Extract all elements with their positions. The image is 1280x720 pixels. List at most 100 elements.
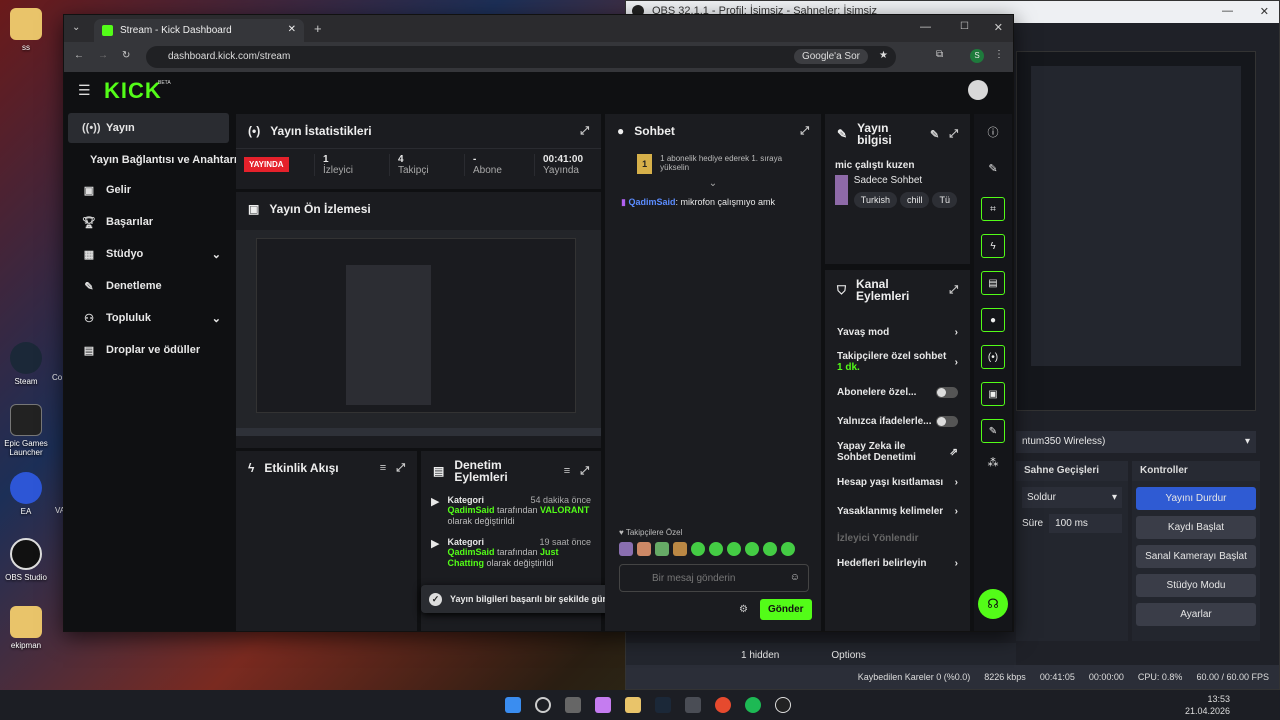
desktop-steam-icon[interactable]: Steam bbox=[0, 342, 52, 386]
minimize-icon[interactable]: — bbox=[1222, 5, 1233, 17]
tab-search-icon[interactable]: ⌄ bbox=[72, 22, 80, 33]
forward-icon[interactable]: → bbox=[98, 50, 108, 61]
ai-moderation-row[interactable]: Yapay Zeka ile Sohbet Denetimi ⇗ bbox=[825, 436, 970, 468]
sidebar-item-denetleme[interactable]: ✎ Denetleme bbox=[68, 271, 229, 301]
sidebar-item-stream-key[interactable]: Yayın Bağlantısı ve Anahtarı bbox=[68, 145, 237, 175]
sidebar-item-studyo[interactable]: ▦ Stüdyo ⌄ bbox=[68, 239, 229, 269]
obs-preview[interactable] bbox=[1016, 51, 1256, 411]
copilot-icon[interactable] bbox=[595, 697, 611, 713]
more-icon[interactable]: ⁂ bbox=[974, 456, 1012, 469]
clock[interactable]: 13:53 21.04.2026 bbox=[1185, 693, 1230, 717]
close-icon[interactable]: ✕ bbox=[994, 21, 1003, 34]
sidebar-item-droplar[interactable]: ▤ Droplar ve ödüller bbox=[68, 335, 229, 365]
emote-icon[interactable] bbox=[727, 542, 741, 556]
hidden-count[interactable]: 1 hidden bbox=[741, 650, 779, 661]
chat-collapse-icon[interactable]: ⌄ bbox=[605, 178, 821, 189]
spotify-icon[interactable] bbox=[745, 697, 761, 713]
log-icon[interactable]: ▤ bbox=[981, 271, 1005, 295]
emote-only-row[interactable]: Yalnızca ifadelerle... bbox=[825, 407, 970, 436]
desktop-ea-icon[interactable]: EA bbox=[0, 472, 52, 516]
desktop-folder-icon[interactable]: ss bbox=[0, 8, 52, 52]
emote-icon[interactable] bbox=[691, 542, 705, 556]
tab-close-icon[interactable]: ✕ bbox=[288, 24, 296, 35]
sidebar-item-basarilar[interactable]: 🏆︎ Başarılar bbox=[68, 207, 229, 237]
emote-icon[interactable] bbox=[655, 542, 669, 556]
send-button[interactable]: Gönder bbox=[760, 599, 812, 620]
item-user[interactable]: QadimSaid bbox=[447, 547, 494, 557]
pencil-icon[interactable]: ✎ bbox=[974, 140, 1012, 175]
wrench-icon[interactable]: ✎ bbox=[981, 419, 1005, 443]
extensions-icon[interactable]: ⧉ bbox=[936, 49, 943, 60]
sidebar-item-topluluk[interactable]: ⚇ Topluluk ⌄ bbox=[68, 303, 229, 333]
emoji-icon[interactable]: ☺ bbox=[790, 572, 800, 583]
search-icon[interactable] bbox=[535, 697, 551, 713]
profile-avatar[interactable]: S bbox=[970, 49, 984, 63]
app-icon[interactable] bbox=[685, 697, 701, 713]
settings-button[interactable]: Ayarlar bbox=[1136, 603, 1256, 626]
chat-input[interactable]: Bir mesaj gönderin ☺ bbox=[619, 564, 809, 592]
expand-icon[interactable]: ⤢ bbox=[396, 462, 405, 475]
start-recording-button[interactable]: Kaydı Başlat bbox=[1136, 516, 1256, 539]
filter-icon[interactable]: ≡ bbox=[564, 465, 570, 477]
studio-mode-button[interactable]: Stüdyo Modu bbox=[1136, 574, 1256, 597]
account-age-row[interactable]: Hesap yaşı kısıtlaması › bbox=[825, 468, 970, 497]
emote-icon[interactable] bbox=[781, 542, 795, 556]
explorer-icon[interactable] bbox=[625, 697, 641, 713]
browser-tab[interactable]: Stream - Kick Dashboard ✕ bbox=[94, 19, 304, 42]
task-view-icon[interactable] bbox=[565, 697, 581, 713]
banned-words-row[interactable]: Yasaklanmış kelimeler › bbox=[825, 497, 970, 526]
sidebar-item-gelir[interactable]: ▣ Gelir bbox=[68, 175, 229, 205]
filter-icon[interactable]: ≡ bbox=[380, 462, 386, 474]
info-icon[interactable]: ⓘ bbox=[974, 114, 1012, 140]
start-icon[interactable] bbox=[505, 697, 521, 713]
obs-device-select[interactable]: ntum350 Wireless) ▾ bbox=[1016, 431, 1256, 453]
hamburger-icon[interactable]: ☰ bbox=[78, 82, 91, 99]
virtual-camera-button[interactable]: Sanal Kamerayı Başlat bbox=[1136, 545, 1256, 568]
stop-stream-button[interactable]: Yayını Durdur bbox=[1136, 487, 1256, 510]
close-icon[interactable]: ✕ bbox=[1260, 5, 1269, 18]
item-user[interactable]: QadimSaid bbox=[447, 505, 494, 515]
user-avatar[interactable] bbox=[968, 80, 988, 100]
emote-icon[interactable] bbox=[637, 542, 651, 556]
obs-icon[interactable] bbox=[775, 697, 791, 713]
kick-logo[interactable]: KICK bbox=[104, 78, 162, 104]
sidebar-item-yayin[interactable]: ((•)) Yayın bbox=[68, 113, 229, 143]
emote-icon[interactable] bbox=[619, 542, 633, 556]
expand-icon[interactable]: ⤢ bbox=[949, 284, 958, 297]
slow-mode-row[interactable]: Yavaş mod › bbox=[825, 318, 970, 346]
subs-only-row[interactable]: Abonelere özel... bbox=[825, 378, 970, 407]
bolt-icon[interactable]: ϟ bbox=[981, 234, 1005, 258]
emote-icon[interactable] bbox=[673, 542, 687, 556]
expand-icon[interactable]: ⤢ bbox=[580, 125, 589, 138]
desktop-epic-icon[interactable]: Epic Games Launcher bbox=[0, 404, 52, 457]
goals-row[interactable]: Hedefleri belirleyin › bbox=[825, 551, 970, 576]
emote-icon[interactable] bbox=[745, 542, 759, 556]
transition-select[interactable]: Soldur ▾ bbox=[1022, 487, 1122, 508]
support-icon[interactable]: ☊ bbox=[978, 589, 1008, 619]
options-dropdown[interactable]: Options bbox=[831, 650, 865, 661]
expand-icon[interactable]: ⤢ bbox=[580, 465, 589, 478]
bookmark-star-icon[interactable]: ★ bbox=[879, 50, 888, 61]
menu-icon[interactable]: ⋮ bbox=[994, 49, 1004, 60]
back-icon[interactable]: ← bbox=[74, 50, 84, 61]
emote-icon[interactable] bbox=[763, 542, 777, 556]
duration-input[interactable]: 100 ms bbox=[1049, 514, 1122, 533]
subs-only-toggle[interactable] bbox=[936, 387, 958, 398]
desktop-obs-icon[interactable]: OBS Studio bbox=[0, 538, 52, 582]
broadcast-icon[interactable]: (•) bbox=[981, 345, 1005, 369]
emote-only-toggle[interactable] bbox=[936, 416, 958, 427]
clip-icon[interactable]: ⌗ bbox=[981, 197, 1005, 221]
expand-icon[interactable]: ⤢ bbox=[949, 128, 958, 141]
preview-icon[interactable]: ▣ bbox=[981, 382, 1005, 406]
stream-preview-video[interactable] bbox=[236, 230, 601, 436]
reload-icon[interactable]: ↻ bbox=[122, 50, 130, 61]
followers-only-row[interactable]: Takipçilere özel sohbet 1 dk. › bbox=[825, 346, 970, 378]
google-ask-button[interactable]: Google'a Sor bbox=[793, 49, 868, 64]
emote-icon[interactable] bbox=[709, 542, 723, 556]
minimize-icon[interactable]: — bbox=[920, 21, 931, 33]
new-tab-icon[interactable]: + bbox=[314, 21, 322, 36]
chrome-icon[interactable] bbox=[715, 697, 731, 713]
chat-settings-icon[interactable]: ⚙ bbox=[739, 604, 748, 615]
expand-icon[interactable]: ⤢ bbox=[800, 125, 809, 138]
chat-icon[interactable]: ● bbox=[981, 308, 1005, 332]
